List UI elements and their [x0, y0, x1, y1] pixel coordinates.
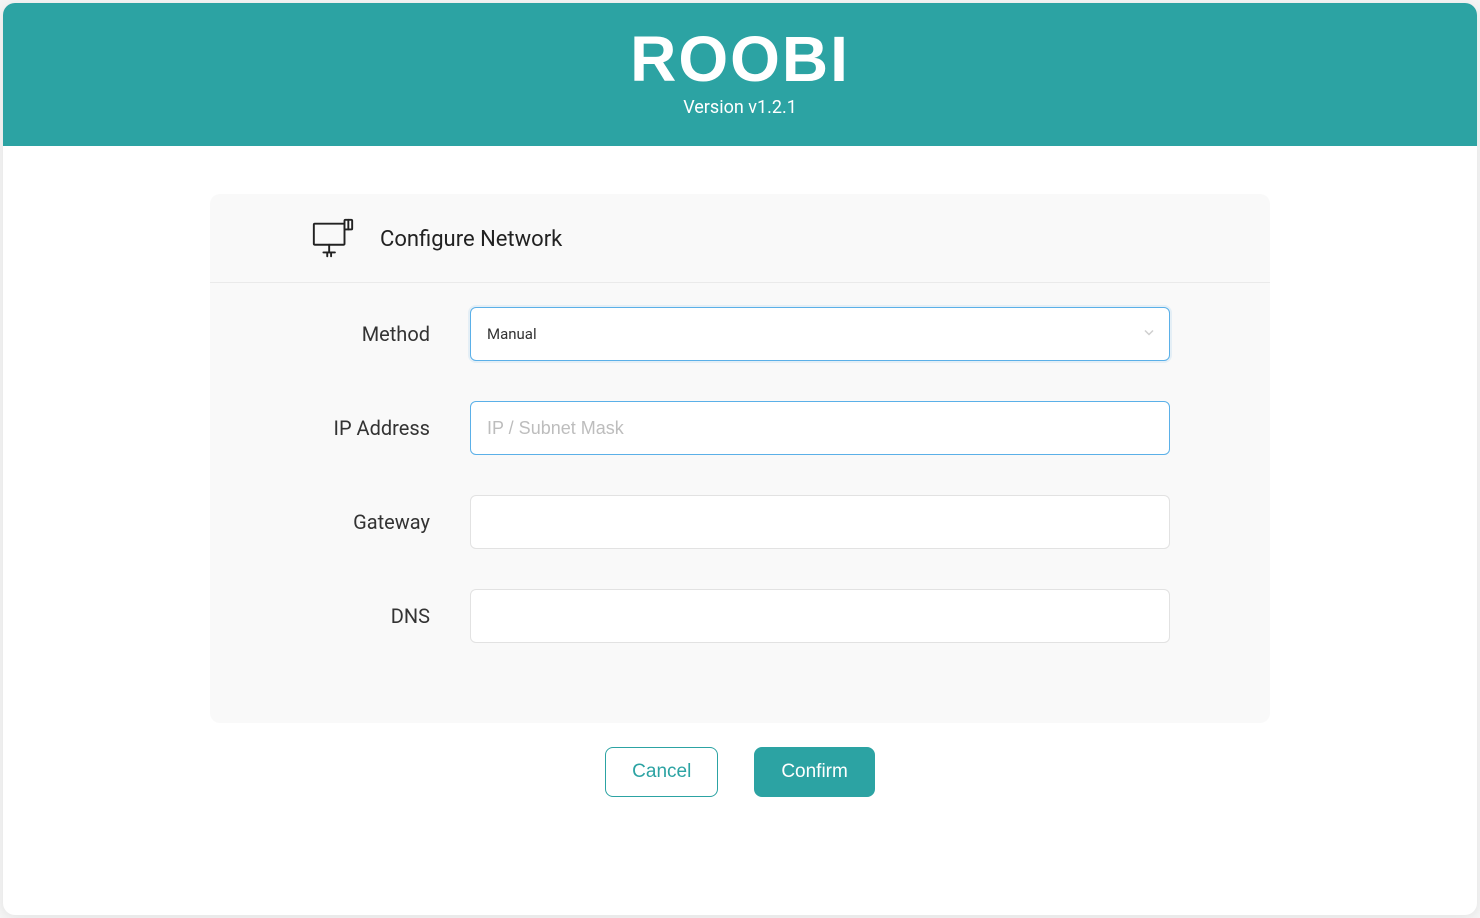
dns-label: DNS	[310, 604, 470, 628]
app-container: ROOBI Version v1.2.1 Configure Network	[3, 3, 1477, 915]
card-header: Configure Network	[210, 194, 1270, 283]
ip-label: IP Address	[310, 416, 470, 440]
configure-network-card: Configure Network Method Manual	[210, 194, 1270, 723]
gateway-input[interactable]	[470, 495, 1170, 549]
method-select-value: Manual	[487, 325, 537, 343]
method-row: Method Manual	[310, 307, 1170, 361]
form-body: Method Manual IP Address	[210, 283, 1270, 723]
method-label: Method	[310, 322, 470, 346]
header: ROOBI Version v1.2.1	[3, 3, 1477, 146]
cancel-button[interactable]: Cancel	[605, 747, 718, 797]
ip-row: IP Address	[310, 401, 1170, 455]
network-computer-icon	[310, 216, 356, 262]
chevron-down-icon	[1143, 327, 1155, 342]
confirm-button[interactable]: Confirm	[754, 747, 875, 797]
app-version: Version v1.2.1	[3, 97, 1477, 118]
app-title: ROOBI	[3, 27, 1477, 91]
method-select[interactable]: Manual	[470, 307, 1170, 361]
gateway-label: Gateway	[310, 510, 470, 534]
dns-input[interactable]	[470, 589, 1170, 643]
ip-input[interactable]	[470, 401, 1170, 455]
card-title: Configure Network	[380, 227, 562, 252]
content: Configure Network Method Manual	[3, 146, 1477, 833]
button-row: Cancel Confirm	[3, 747, 1477, 797]
dns-row: DNS	[310, 589, 1170, 643]
gateway-row: Gateway	[310, 495, 1170, 549]
